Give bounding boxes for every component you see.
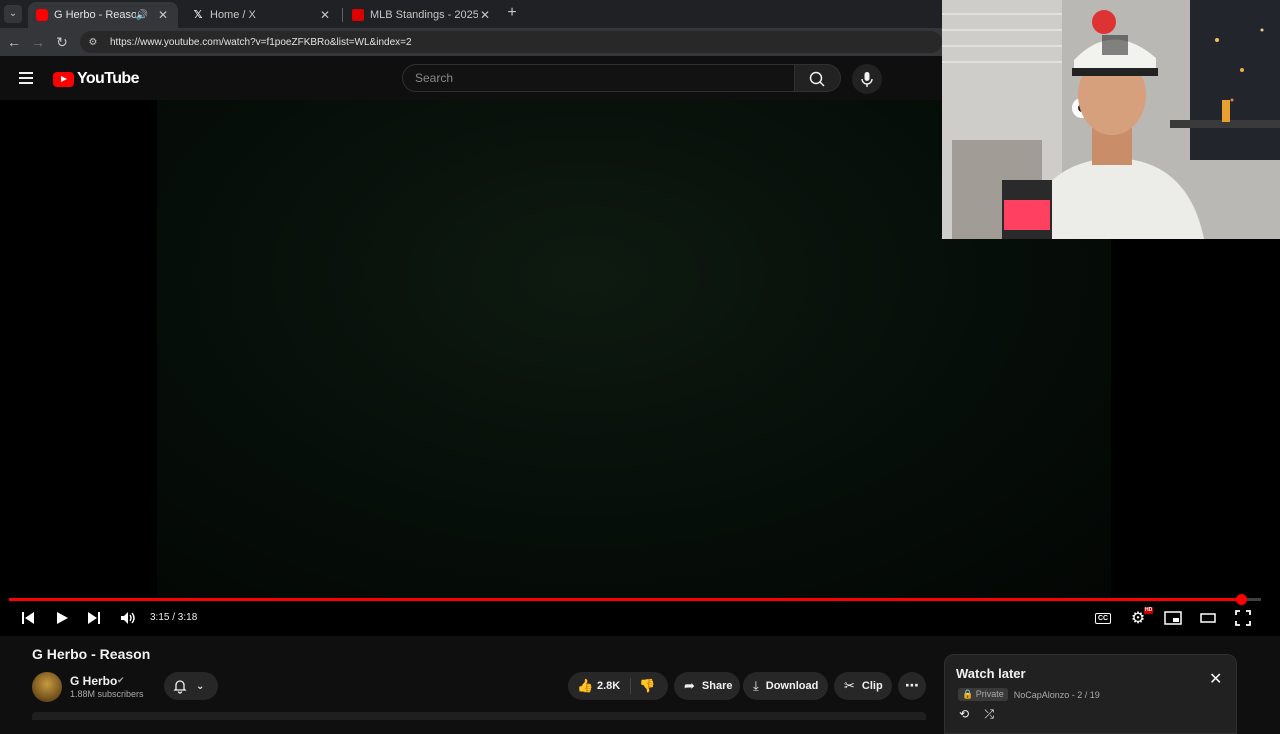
more-actions-button[interactable]: ⋯ — [898, 672, 926, 700]
clip-label: Clip — [861, 680, 883, 692]
search-input[interactable]: Search — [402, 64, 795, 92]
subscription-notification-button[interactable]: ⌄ — [164, 672, 218, 700]
miniplayer-button[interactable] — [1163, 608, 1183, 628]
site-info-icon[interactable]: ⚙ — [86, 37, 100, 48]
verified-badge-icon: ✔ — [117, 675, 125, 685]
tab-close-icon[interactable]: ✕ — [156, 8, 170, 22]
captions-button[interactable]: CC — [1092, 608, 1114, 628]
fullscreen-button[interactable] — [1233, 608, 1253, 628]
x-favicon-icon: 𝕏 — [193, 9, 203, 21]
youtube-masthead: YouTube Search — [0, 56, 942, 100]
tab-title: MLB Standings - 2025 Regular Season — [370, 9, 478, 21]
next-button[interactable] — [84, 608, 104, 628]
privacy-label: Private — [975, 689, 1004, 699]
theater-mode-icon — [1200, 613, 1216, 623]
chevron-down-icon: ⌄ — [196, 680, 205, 692]
voice-search-button[interactable] — [852, 64, 882, 94]
skip-next-icon — [88, 612, 100, 624]
progress-scrubber-handle[interactable] — [1236, 594, 1248, 605]
closed-captions-icon: CC — [1094, 612, 1112, 624]
tab-mlb-standings[interactable]: MLB Standings - 2025 Regular Season ✕ — [344, 2, 500, 28]
search-button[interactable] — [795, 64, 841, 92]
forward-arrow-icon[interactable]: → — [30, 34, 46, 50]
address-url[interactable]: https://www.youtube.com/watch?v=f1poeZFK… — [110, 37, 412, 48]
playlist-panel: Watch later ✕ 🔒 Private NoCapAlonzo - 2 … — [944, 654, 1237, 734]
share-arrow-icon: ➦ — [684, 678, 695, 693]
download-icon: ⤓ — [753, 678, 759, 693]
description-box-edge — [32, 712, 926, 720]
youtube-favicon-icon — [36, 9, 48, 21]
shuffle-icon[interactable]: ⤮ — [984, 707, 994, 721]
time-display: 3:15 / 3:18 — [150, 612, 198, 623]
clip-button[interactable]: ✂ Clip — [834, 672, 892, 700]
volume-icon — [121, 612, 135, 624]
skip-previous-icon — [22, 612, 34, 624]
play-icon — [57, 612, 68, 624]
back-arrow-icon[interactable]: ← — [6, 34, 22, 50]
hd-badge: HD — [1144, 607, 1154, 614]
loop-icon[interactable]: ⟲ — [959, 707, 969, 721]
miniplayer-icon — [1164, 611, 1182, 625]
share-label: Share — [701, 680, 733, 692]
bell-icon — [173, 680, 187, 694]
tab-search-chevron-icon[interactable]: ⌄ — [4, 5, 22, 23]
search-icon — [809, 71, 825, 87]
progress-bar-played — [9, 598, 1242, 601]
playlist-title[interactable]: Watch later — [956, 666, 1026, 681]
download-button[interactable]: ⤓ Download — [743, 672, 828, 700]
like-divider — [630, 678, 631, 694]
tab-separator — [342, 8, 343, 22]
more-horizontal-icon: ⋯ — [905, 677, 919, 693]
espn-favicon-icon — [352, 9, 364, 21]
microphone-icon — [861, 72, 873, 87]
volume-button[interactable] — [118, 608, 138, 628]
webcam-overlay — [942, 0, 1280, 239]
tab-close-icon[interactable]: ✕ — [478, 8, 492, 22]
thumbs-up-icon[interactable]: 👍 — [577, 678, 593, 694]
subscriber-count: 1.88M subscribers — [70, 689, 144, 699]
streamer-webcam-image — [942, 0, 1280, 239]
download-label: Download — [765, 680, 819, 692]
tab-title: G Herbo - Reason - YouTube — [54, 9, 136, 21]
menu-hamburger-icon[interactable] — [19, 72, 33, 84]
tab-title: Home / X — [210, 9, 256, 21]
scissors-icon: ✂ — [844, 678, 855, 693]
playlist-owner-position: NoCapAlonzo - 2 / 19 — [1013, 689, 1100, 700]
speaker-icon[interactable]: 🔊 — [136, 10, 148, 21]
tab-close-icon[interactable]: ✕ — [318, 8, 332, 22]
theater-mode-button[interactable] — [1198, 608, 1218, 628]
fullscreen-icon — [1235, 610, 1251, 626]
youtube-play-logo-icon — [53, 71, 74, 87]
new-tab-plus-icon[interactable]: + — [504, 5, 520, 21]
tab-youtube[interactable]: G Herbo - Reason - YouTube 🔊 ✕ — [28, 2, 178, 28]
like-dislike-group: 👍 2.8K 👎 — [568, 672, 668, 700]
share-button[interactable]: ➦ Share — [674, 672, 740, 700]
reload-icon[interactable]: ↻ — [54, 34, 70, 50]
private-badge: 🔒 Private — [958, 688, 1008, 701]
play-button[interactable] — [52, 608, 72, 628]
video-title: G Herbo - Reason — [32, 646, 151, 662]
playlist-meta: 🔒 Private NoCapAlonzo - 2 / 19 — [958, 688, 1100, 701]
channel-name[interactable]: G Herbo — [70, 674, 117, 688]
channel-avatar[interactable] — [32, 672, 62, 702]
youtube-logo-text: YouTube — [77, 70, 139, 87]
previous-button[interactable] — [18, 608, 38, 628]
like-count[interactable]: 2.8K — [597, 680, 620, 692]
thumbs-down-icon[interactable]: 👎 — [639, 678, 655, 694]
close-icon[interactable]: ✕ — [1209, 672, 1222, 688]
youtube-logo[interactable]: YouTube — [53, 70, 139, 88]
address-bar[interactable]: ⚙ https://www.youtube.com/watch?v=f1poeZ… — [80, 31, 942, 53]
tab-x-home[interactable]: 𝕏 Home / X ✕ — [184, 2, 340, 28]
